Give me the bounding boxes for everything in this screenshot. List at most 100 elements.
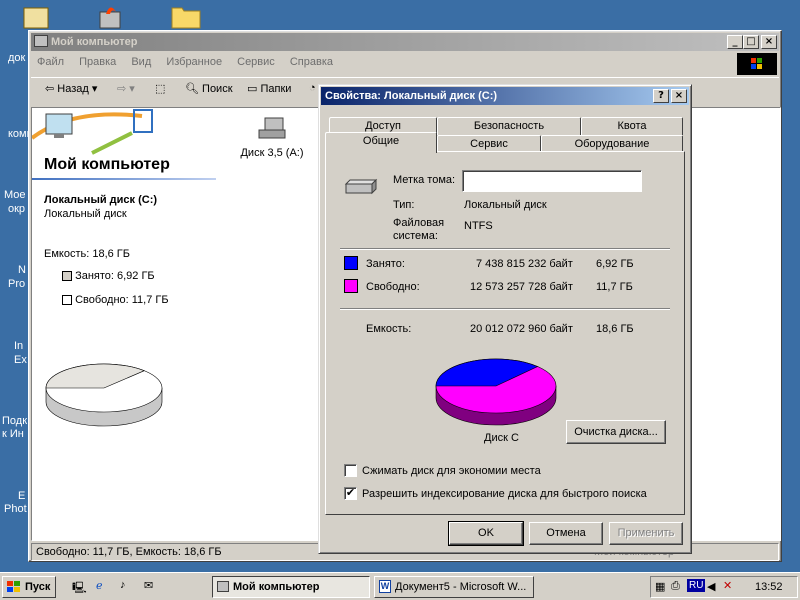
- dialog-titlebar[interactable]: Свойства: Локальный диск (C:) ? ×: [321, 87, 689, 105]
- index-checkmark: ✔: [345, 486, 356, 499]
- start-button[interactable]: Пуск: [2, 576, 56, 598]
- panel-title: Мой компьютер: [44, 156, 170, 173]
- menu-edit[interactable]: Правка: [73, 53, 122, 71]
- tab-security[interactable]: Безопасность: [437, 117, 581, 135]
- start-label: Пуск: [25, 581, 51, 593]
- free-caption: Свободно:: [366, 281, 420, 293]
- tab-general[interactable]: Общие: [325, 132, 437, 153]
- free-swatch: [62, 295, 72, 306]
- tab-label: Безопасность: [473, 120, 545, 132]
- tray-icon[interactable]: ▦: [655, 580, 665, 593]
- close-button[interactable]: ×: [761, 35, 777, 49]
- used-legend: Занято: 6,92 ГБ: [62, 270, 155, 282]
- volume-icon[interactable]: ◀: [707, 580, 715, 593]
- drive-title: Локальный диск (C:): [44, 194, 158, 206]
- capacity-bytes: 20 012 072 960 байт: [470, 323, 573, 335]
- free-gb: 11,7 ГБ: [596, 281, 633, 293]
- folders-label: Папки: [260, 83, 292, 95]
- windows-logo: [737, 53, 777, 75]
- network-icon[interactable]: ✕: [723, 579, 732, 592]
- tab-quota[interactable]: Квота: [581, 117, 683, 135]
- menu-bar: Файл Правка Вид Избранное Сервис Справка: [31, 53, 779, 73]
- folders-button[interactable]: ▭ Папки: [247, 82, 291, 95]
- tab-label: Оборудование: [574, 138, 650, 150]
- clock: 13:52: [755, 581, 783, 593]
- back-button[interactable]: ⇦ Назад ▾: [45, 82, 97, 95]
- forward-arrow-icon: ⇨ ▾: [117, 83, 135, 95]
- desktop-label: N: [18, 264, 26, 276]
- media-icon[interactable]: ♪: [120, 579, 126, 591]
- ok-button[interactable]: OK: [448, 521, 524, 546]
- browser-icon[interactable]: ℯ: [96, 579, 103, 592]
- hard-drive-icon: [344, 178, 378, 195]
- general-tab-panel: Метка тома: Тип: Локальный диск Файловая…: [325, 151, 685, 515]
- explorer-pie-chart: [45, 363, 163, 427]
- system-tray: ▦ ⎙ RU ◀ ✕ 13:52: [650, 576, 798, 598]
- free-text: Свободно: 11,7 ГБ: [75, 294, 169, 306]
- disk-cleanup-button[interactable]: Очистка диска...: [566, 420, 666, 444]
- printer-icon[interactable]: ⎙: [671, 580, 680, 593]
- desktop-label: к Ин: [2, 428, 24, 440]
- desktop-label: Pro: [8, 278, 26, 290]
- used-caption: Занято:: [366, 258, 405, 270]
- search-label: Поиск: [202, 83, 233, 95]
- task-my-computer[interactable]: Мой компьютер: [212, 576, 370, 598]
- tab-label: Квота: [617, 120, 647, 132]
- filesystem-caption: Файловая система:: [393, 217, 445, 242]
- free-color-swatch: [344, 279, 358, 293]
- explorer-titlebar[interactable]: Мой компьютер _ □ ×: [31, 33, 779, 51]
- desktop-label: Ex: [14, 354, 27, 366]
- menu-file[interactable]: Файл: [31, 53, 70, 71]
- status-text: Свободно: 11,7 ГБ, Емкость: 18,6 ГБ: [36, 546, 222, 558]
- capacity-caption: Емкость:: [366, 323, 412, 335]
- desktop-icon-folder[interactable]: [170, 2, 201, 32]
- help-button[interactable]: ?: [653, 89, 669, 103]
- menu-tools[interactable]: Сервис: [231, 53, 281, 71]
- free-legend: Свободно: 11,7 ГБ: [62, 294, 169, 306]
- language-indicator[interactable]: RU: [687, 579, 706, 592]
- task-label: Документ5 - Microsoft W...: [395, 581, 527, 593]
- cancel-button[interactable]: Отмена: [529, 522, 603, 545]
- back-label: Назад: [57, 83, 89, 95]
- outlook-icon[interactable]: ✉: [144, 579, 153, 592]
- compress-label: Сжимать диск для экономии места: [362, 465, 541, 477]
- menu-view[interactable]: Вид: [125, 53, 157, 71]
- dialog-close-button[interactable]: ×: [671, 89, 687, 103]
- back-arrow-icon: ⇦: [45, 83, 55, 95]
- drive-type: Локальный диск: [44, 208, 127, 220]
- tab-label: Сервис: [470, 138, 508, 150]
- desktop-label: Подк: [2, 415, 28, 427]
- maximize-button[interactable]: □: [743, 35, 759, 49]
- used-color-swatch: [344, 256, 358, 270]
- desktop-icon-fire-app[interactable]: [96, 2, 126, 32]
- volume-label-input[interactable]: [462, 170, 642, 192]
- used-text: Занято: 6,92 ГБ: [75, 270, 155, 282]
- up-folder-icon[interactable]: ⬚: [155, 82, 165, 95]
- search-button[interactable]: 🔍︎ Поиск: [185, 82, 233, 95]
- tab-label: Общие: [362, 135, 400, 147]
- task-word-document[interactable]: W Документ5 - Microsoft W...: [374, 576, 534, 598]
- history-icon[interactable]: ◔: [309, 82, 316, 94]
- type-value: Локальный диск: [464, 199, 547, 211]
- apply-button[interactable]: Применить: [609, 522, 683, 545]
- capacity-text: Емкость: 18,6 ГБ: [44, 248, 130, 260]
- banner-graphic: [32, 109, 153, 155]
- desktop-label: E: [18, 490, 26, 502]
- dialog-title: Свойства: Локальный диск (C:): [325, 90, 498, 102]
- menu-help[interactable]: Справка: [284, 53, 339, 71]
- disk-name: Диск C: [484, 432, 519, 444]
- forward-button[interactable]: ⇨ ▾: [117, 82, 135, 95]
- minimize-button[interactable]: _: [727, 35, 743, 49]
- computer-icon: [217, 581, 229, 592]
- properties-dialog: Свойства: Локальный диск (C:) ? × Доступ…: [318, 84, 692, 554]
- floppy-drive[interactable]: Диск 3,5 (A:): [232, 112, 312, 159]
- disk-usage-pie-chart: [435, 358, 557, 426]
- index-checkbox[interactable]: ✔: [344, 487, 357, 500]
- desktop-label: Phot: [4, 503, 27, 515]
- menu-favorites[interactable]: Избранное: [160, 53, 228, 71]
- compress-checkbox[interactable]: [344, 464, 357, 477]
- tab-label: Доступ: [365, 120, 401, 132]
- task-label: Мой компьютер: [233, 581, 320, 593]
- type-caption: Тип:: [393, 199, 415, 211]
- show-desktop-icon[interactable]: 🖳︎: [72, 579, 87, 598]
